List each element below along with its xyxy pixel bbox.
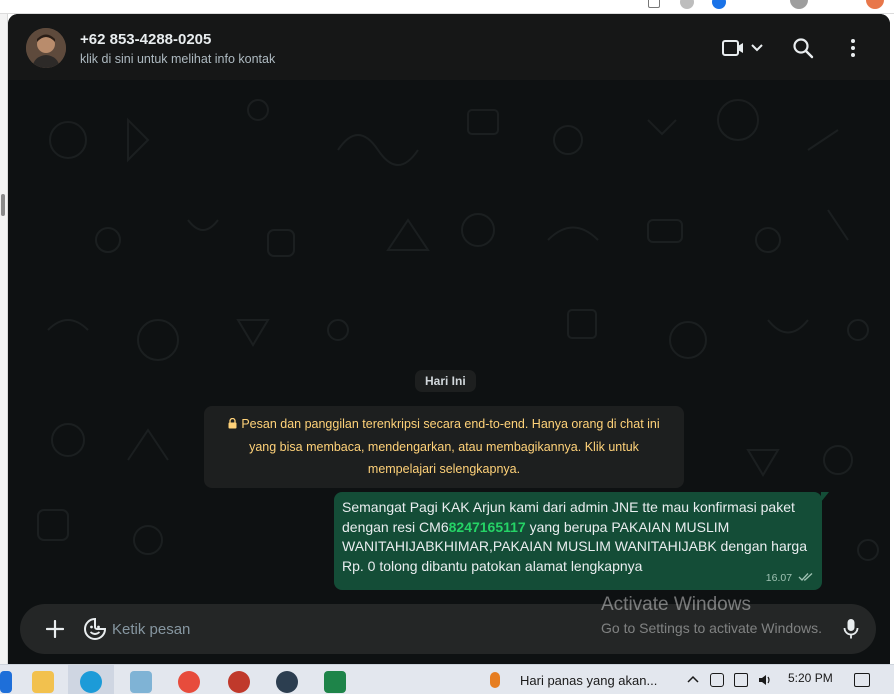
bookmark-star-icon[interactable]: [712, 0, 726, 9]
chevron-down-icon: [751, 44, 763, 52]
file-explorer-icon[interactable]: [32, 671, 54, 693]
date-divider: Hari Ini: [415, 370, 476, 392]
microphone-icon: [843, 619, 859, 639]
outgoing-message[interactable]: Semangat Pagi KAK Arjun kami dari admin …: [334, 492, 829, 590]
taskbar-app-icon[interactable]: [228, 671, 250, 693]
menu-dots-icon: [851, 39, 855, 57]
video-call-icon: [722, 40, 763, 56]
screen: +62 853-4288-0205 klik di sini untuk mel…: [0, 0, 894, 694]
excel-icon[interactable]: [324, 671, 346, 693]
video-call-button[interactable]: [718, 34, 768, 62]
windows-activation-watermark: Activate Windows Go to Settings to activ…: [601, 594, 822, 637]
scroll-grip[interactable]: [1, 194, 5, 216]
voice-message-button[interactable]: [838, 616, 864, 642]
volume-icon[interactable]: [758, 673, 772, 687]
browser-toolbar-strip: [0, 0, 894, 14]
weather-widget[interactable]: Hari panas yang akan...: [520, 673, 657, 688]
network-icon[interactable]: [734, 673, 748, 687]
search-button[interactable]: [790, 34, 816, 62]
browser-star-outline-icon[interactable]: [680, 0, 694, 9]
watermark-title: Activate Windows: [601, 594, 751, 615]
search-icon: [793, 38, 814, 59]
tray-overflow-chevron-icon[interactable]: [686, 673, 700, 687]
sticker-icon: [84, 617, 107, 640]
encryption-notice[interactable]: Pesan dan panggilan terenkripsi secara e…: [204, 406, 684, 488]
chrome-browser-icon[interactable]: [178, 671, 200, 693]
tray-app-icon[interactable]: [710, 673, 724, 687]
sticker-button[interactable]: [82, 616, 108, 642]
taskbar-start-icon[interactable]: [0, 671, 12, 693]
notion-icon[interactable]: [276, 671, 298, 693]
contact-avatar[interactable]: [26, 28, 66, 68]
attach-button[interactable]: [42, 616, 68, 642]
read-receipt-icon: [798, 573, 813, 581]
browser-extension-icon[interactable]: [648, 0, 660, 8]
clock-time[interactable]: 5:20 PM: [788, 671, 833, 685]
watermark-subtitle: Go to Settings to activate Windows.: [601, 620, 822, 636]
encryption-notice-text: Pesan dan panggilan terenkripsi secara e…: [241, 417, 660, 476]
notifications-icon[interactable]: [854, 673, 870, 687]
message-time: 16.07: [765, 572, 793, 584]
windows-taskbar: Hari panas yang akan... 5:20 PM: [0, 664, 894, 694]
plus-icon: [46, 620, 64, 638]
contact-name[interactable]: +62 853-4288-0205: [80, 31, 211, 48]
contact-info-hint[interactable]: klik di sini untuk melihat info kontak: [80, 52, 275, 66]
browser-left-edge: [0, 14, 8, 664]
message-list[interactable]: Hari Ini Pesan dan panggilan terenkripsi…: [8, 80, 890, 600]
browser-account-icon[interactable]: [866, 0, 884, 9]
taskbar-app-icon[interactable]: [130, 671, 152, 693]
message-input[interactable]: [112, 614, 672, 644]
whatsapp-chat-window: +62 853-4288-0205 klik di sini untuk mel…: [8, 14, 890, 664]
chat-header[interactable]: +62 853-4288-0205 klik di sini untuk mel…: [8, 14, 890, 80]
weather-icon[interactable]: [490, 672, 500, 688]
tracking-number-link[interactable]: 8247165117: [449, 519, 526, 535]
lock-icon: [228, 414, 237, 436]
menu-button[interactable]: [840, 34, 866, 62]
browser-profile-avatar-icon[interactable]: [790, 0, 808, 9]
edge-browser-icon[interactable]: [80, 671, 102, 693]
bubble-tail: [821, 492, 829, 502]
